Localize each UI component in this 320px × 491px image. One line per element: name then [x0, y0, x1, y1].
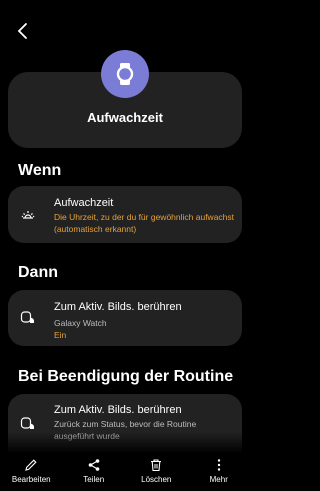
share-button[interactable]: Teilen: [64, 452, 124, 491]
scroll-fade: [0, 432, 250, 454]
share-label: Teilen: [83, 475, 105, 484]
touch-watch-icon: [20, 417, 34, 429]
section-title-end: Bei Beendigung der Routine: [18, 368, 234, 385]
more-vertical-icon: [217, 459, 220, 471]
watch-icon: [101, 50, 149, 98]
touch-watch-icon: [20, 311, 34, 323]
action-label: Zum Aktiv. Bilds. berühren: [54, 301, 182, 313]
edit-button[interactable]: Bearbeiten: [1, 452, 61, 491]
sunrise-icon: [21, 211, 35, 219]
bottom-action-bar: Bearbeiten Teilen Löschen Mehr: [0, 452, 250, 491]
trigger-description: Die Uhrzeit, zu der du für gewöhnlich au…: [54, 212, 235, 234]
back-button[interactable]: [12, 20, 34, 42]
delete-label: Löschen: [141, 475, 172, 484]
delete-button[interactable]: Löschen: [126, 452, 186, 491]
action-card[interactable]: Zum Aktiv. Bilds. berühren Galaxy Watch …: [8, 290, 242, 346]
pencil-icon: [25, 459, 37, 471]
more-label: Mehr: [209, 475, 228, 484]
more-button[interactable]: Mehr: [189, 452, 249, 491]
edit-label: Bearbeiten: [11, 475, 51, 484]
section-title-dann: Dann: [18, 264, 58, 281]
chevron-left-icon: [17, 23, 27, 39]
share-icon: [88, 459, 100, 471]
end-action-label: Zum Aktiv. Bilds. berühren: [54, 404, 182, 416]
action-device: Galaxy Watch: [54, 318, 107, 328]
trigger-card[interactable]: Aufwachzeit Die Uhrzeit, zu der du für g…: [8, 186, 242, 243]
action-status: Ein: [54, 330, 67, 340]
section-title-wenn: Wenn: [18, 162, 62, 179]
routine-title: Aufwachzeit: [87, 110, 163, 125]
trigger-label: Aufwachzeit: [54, 197, 114, 209]
trash-icon: [151, 459, 162, 472]
